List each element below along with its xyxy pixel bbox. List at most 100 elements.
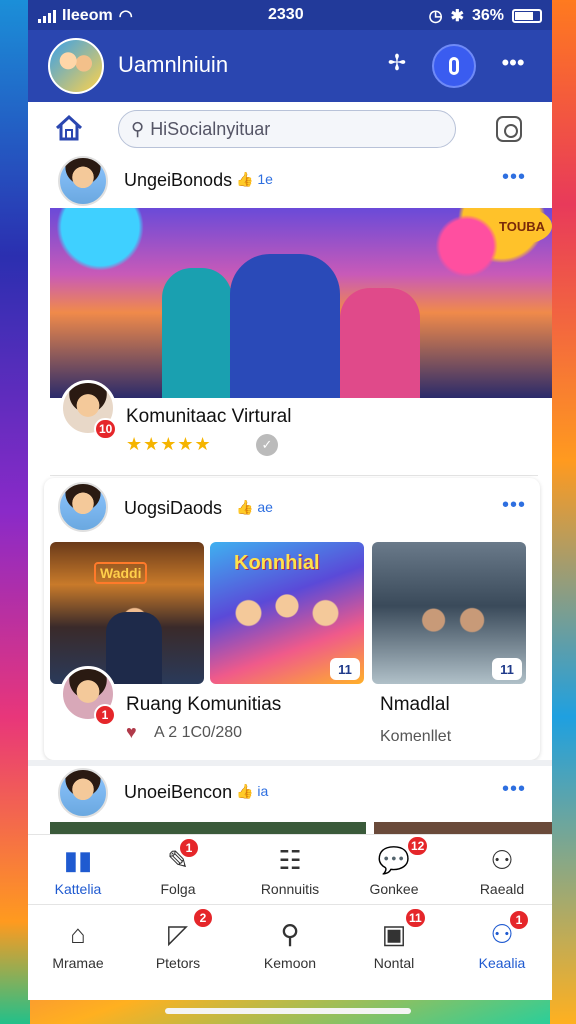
media-tile[interactable]: 11: [372, 542, 526, 684]
tile-count: 11: [492, 658, 522, 680]
tile-count: 11: [330, 658, 360, 680]
verified-icon: ✓: [256, 434, 278, 456]
mic-button[interactable]: [432, 44, 476, 88]
home-outline-icon[interactable]: [54, 114, 84, 142]
home-indicator[interactable]: [165, 1008, 411, 1014]
signal-icon: [38, 9, 56, 23]
post-meta-text: ia: [257, 783, 269, 799]
chat-icon: 💬: [377, 844, 411, 875]
tab-raeald[interactable]: ⚇ Raeald: [452, 843, 552, 898]
search-icon: ⚲: [131, 118, 145, 139]
post-image-peek: [50, 822, 366, 834]
tab-label: Kattelia: [54, 881, 102, 897]
post-meta-text: ae: [257, 499, 273, 515]
search-icon: ⚲: [280, 918, 300, 949]
notification-badge: 1: [508, 909, 530, 931]
bluetooth-icon: ✱: [450, 8, 464, 25]
notification-badge: 1: [94, 704, 116, 726]
add-icon[interactable]: ✢: [380, 50, 414, 76]
hero-figure: [230, 254, 340, 398]
wifi-icon: ◠: [118, 8, 133, 25]
post-author[interactable]: UogsiDaods: [124, 498, 222, 519]
app-bar: Uamnlniuin ✢ •••: [28, 30, 552, 102]
post-header: UnoeiBencon 👍 ia •••: [28, 766, 552, 822]
tile-figure: [106, 612, 162, 684]
notification-badge: 2: [192, 907, 214, 929]
profile-icon: ⚇: [490, 918, 514, 949]
app-title: Uamnlniuin: [118, 52, 229, 77]
tab-ronnuitis[interactable]: ☷ Ronnuitis: [240, 843, 340, 898]
alarm-icon: ◷: [428, 8, 443, 25]
tab-label: Ronnuitis: [260, 881, 320, 897]
nav-label: Kemoon: [263, 955, 317, 971]
hero-figure: [340, 288, 420, 398]
profile-avatar[interactable]: [48, 38, 104, 94]
notification-badge: 1: [178, 837, 200, 859]
more-menu-icon[interactable]: •••: [496, 50, 530, 76]
search-input[interactable]: ⚲ HiSocialnyituar: [118, 110, 456, 148]
notification-badge: 12: [406, 835, 430, 857]
tile-subtitle: Komenllet: [380, 728, 452, 745]
battery-icon: [512, 9, 542, 23]
post-meta: 👍 1e: [236, 171, 273, 187]
post-more-icon[interactable]: •••: [502, 778, 526, 801]
carrier-label: IIeeom: [62, 7, 113, 24]
bottom-nav: ⌂ Mramae ◸ Ptetors ⚲ Kemoon ▣ Nontal ⚇ K…: [28, 904, 552, 1000]
community-section: UogsiDaods 👍 ae ••• Waddi Konnhial 11 11: [44, 478, 540, 760]
post-meta: 👍 ae: [236, 499, 273, 515]
post-more-icon[interactable]: •••: [502, 494, 526, 517]
hero-figure: [162, 268, 232, 398]
star-rating: ★★★★★: [126, 434, 212, 454]
post-author[interactable]: UngeiBonods: [124, 170, 232, 191]
tab-kattelia[interactable]: ▮▮ Kattelia: [28, 843, 128, 898]
nav-label: Nontal: [373, 955, 415, 971]
media-tile[interactable]: Waddi: [50, 542, 204, 684]
avatar[interactable]: [58, 768, 108, 818]
post-meta: 👍 ia: [236, 783, 269, 799]
community-title: Komunitaac Virtural: [126, 406, 292, 427]
notification-badge: 10: [94, 418, 118, 440]
post-image-peek: [374, 822, 552, 834]
heart-icon[interactable]: ♥: [126, 722, 137, 743]
camera-icon[interactable]: [496, 116, 522, 142]
hero-image[interactable]: TOUBA: [50, 208, 552, 398]
tab-label: Folga: [160, 881, 196, 897]
post-header: UngeiBonods 👍 1e •••: [28, 154, 552, 210]
tab-label: Raeald: [479, 881, 525, 897]
chart-icon: ▮▮: [63, 844, 93, 875]
nav-ptetors[interactable]: ◸ Ptetors: [128, 917, 228, 972]
notification-badge: 11: [404, 907, 427, 929]
list-icon: ☷: [278, 844, 302, 875]
battery-percent: 36%: [471, 7, 504, 24]
avatar[interactable]: [58, 156, 108, 206]
post-author[interactable]: UnoeiBencon: [124, 782, 232, 803]
tile-title[interactable]: Ruang Komunitias: [126, 694, 281, 716]
nav-mramae[interactable]: ⌂ Mramae: [28, 917, 128, 972]
tile-title[interactable]: Nmadlal: [380, 694, 450, 716]
background-left-edge: [0, 0, 30, 1024]
bag-icon: ▣: [381, 918, 407, 949]
tab-label: Gonkee: [369, 881, 419, 897]
community-card[interactable]: 10 Komunitaac Virtural ★★★★★ ✓: [50, 380, 538, 476]
search-placeholder: HiSocialnyituar: [150, 118, 271, 139]
nav-nontal[interactable]: ▣ Nontal: [344, 917, 444, 972]
search-row: ⚲ HiSocialnyituar: [28, 102, 552, 154]
nav-keaalia[interactable]: ⚇ Keaalia: [452, 917, 552, 972]
media-tile[interactable]: Konnhial 11: [210, 542, 364, 684]
avatar[interactable]: [58, 482, 108, 532]
hero-sign: TOUBA: [492, 208, 552, 244]
tab-gonkee[interactable]: 💬 Gonkee: [344, 843, 444, 898]
user-icon: ⚇: [490, 844, 514, 875]
post-more-icon[interactable]: •••: [502, 166, 526, 189]
mic-icon: [449, 57, 459, 75]
tile-subtitle: A 2 1C0/280: [154, 724, 243, 741]
status-bar: IIeeom ◠ 2330 ◷ ✱ 36%: [28, 0, 552, 30]
home-icon: ⌂: [70, 918, 86, 949]
nav-kemoon[interactable]: ⚲ Kemoon: [240, 917, 340, 972]
nav-label: Mramae: [52, 955, 104, 971]
status-time: 2330: [268, 6, 304, 23]
post-meta-text: 1e: [257, 171, 273, 187]
tile-banner: Konnhial: [234, 552, 320, 574]
background-right-edge: [550, 0, 576, 1024]
nav-label: Ptetors: [155, 955, 201, 971]
